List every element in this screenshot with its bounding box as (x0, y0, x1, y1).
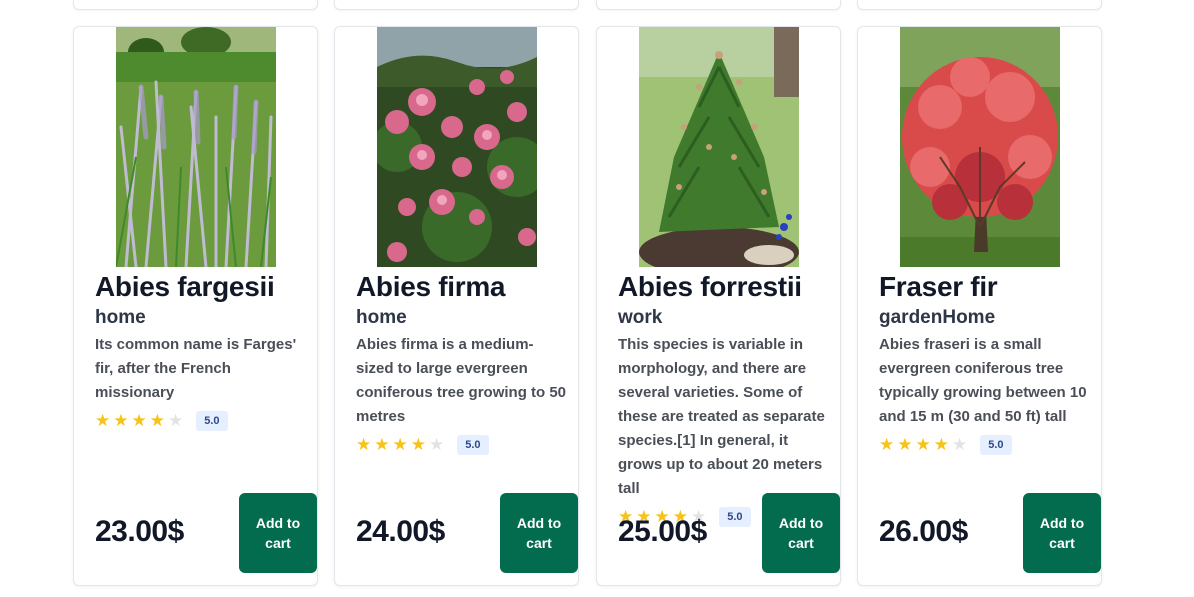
star-empty-icon: ★ (952, 435, 968, 454)
product-price: 26.00$ (879, 515, 968, 548)
product-image[interactable] (639, 27, 799, 267)
product-image[interactable] (116, 27, 276, 267)
red-maple-photo-icon (900, 27, 1060, 267)
star-icon: ★ (410, 435, 426, 454)
pine-shrub-photo-icon (639, 27, 799, 267)
product-price: 23.00$ (95, 515, 184, 548)
description-text: Its common name is Farges' fir, after th… (95, 336, 297, 401)
star-icon: ★ (95, 411, 111, 430)
pink-roses-photo-icon (377, 27, 537, 267)
rating-badge: 5.0 (196, 411, 228, 431)
card-above-3 (596, 0, 841, 10)
star-empty-icon: ★ (429, 435, 445, 454)
ornamental-grass-photo-icon (116, 27, 276, 267)
star-empty-icon: ★ (168, 411, 184, 430)
product-card[interactable]: Abies firma home Abies firma is a medium… (334, 26, 579, 586)
card-above-1 (73, 0, 318, 10)
rating: ★ ★ ★ ★ ★ 5.0 (356, 435, 568, 455)
add-to-cart-button[interactable]: Add to cart (239, 493, 317, 573)
product-title[interactable]: Fraser fir (879, 271, 998, 303)
product-title[interactable]: Abies fargesii (95, 271, 275, 303)
product-card[interactable]: Fraser fir gardenHome Abies fraseri is a… (857, 26, 1102, 586)
product-card[interactable]: Abies forrestii work This species is var… (596, 26, 841, 586)
star-icon: ★ (933, 435, 949, 454)
product-image[interactable] (377, 27, 537, 267)
add-to-cart-button[interactable]: Add to cart (500, 493, 578, 573)
product-description: Abies fraseri is a small evergreen conif… (879, 333, 1091, 455)
star-icon: ★ (392, 435, 408, 454)
star-icon: ★ (879, 435, 895, 454)
description-text: Abies firma is a medium-sized to large e… (356, 336, 567, 425)
product-description: Its common name is Farges' fir, after th… (95, 333, 307, 431)
star-icon: ★ (131, 411, 147, 430)
rating-badge: 5.0 (719, 507, 751, 527)
product-title[interactable]: Abies firma (356, 271, 506, 303)
add-to-cart-button[interactable]: Add to cart (762, 493, 840, 573)
product-image[interactable] (900, 27, 1060, 267)
rating-badge: 5.0 (457, 435, 489, 455)
product-title[interactable]: Abies forrestii (618, 271, 802, 303)
product-price: 24.00$ (356, 515, 445, 548)
add-to-cart-button[interactable]: Add to cart (1023, 493, 1101, 573)
star-icon: ★ (897, 435, 913, 454)
product-category: home (95, 307, 146, 328)
card-above-2 (334, 0, 579, 10)
star-icon: ★ (113, 411, 129, 430)
rating-badge: 5.0 (980, 435, 1012, 455)
product-description: Abies firma is a medium-sized to large e… (356, 333, 568, 455)
description-text: Abies fraseri is a small evergreen conif… (879, 336, 1087, 425)
rating: ★ ★ ★ ★ ★ 5.0 (95, 411, 307, 431)
product-card[interactable]: Abies fargesii home Its common name is F… (73, 26, 318, 586)
card-above-4 (857, 0, 1102, 10)
product-category: home (356, 307, 407, 328)
rating: ★ ★ ★ ★ ★ 5.0 (879, 435, 1091, 455)
star-icon: ★ (915, 435, 931, 454)
star-icon: ★ (374, 435, 390, 454)
star-icon: ★ (356, 435, 372, 454)
star-icon: ★ (149, 411, 165, 430)
description-text: This species is variable in morphology, … (618, 336, 825, 497)
product-category: gardenHome (879, 307, 996, 328)
product-price: 25.00$ (618, 515, 707, 548)
product-category: work (618, 307, 663, 328)
